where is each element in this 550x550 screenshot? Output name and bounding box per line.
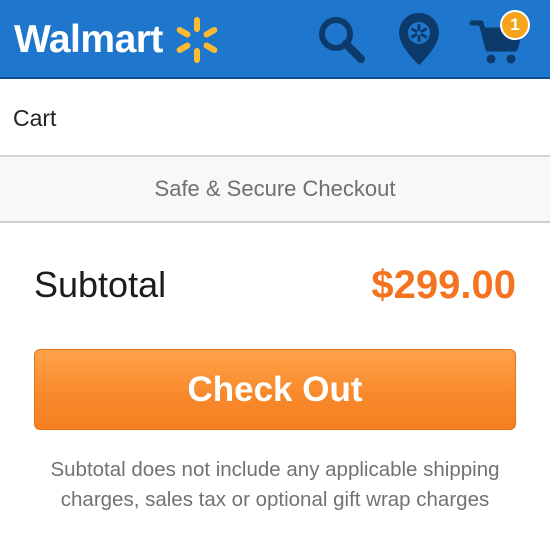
secure-checkout-bar: Safe & Secure Checkout (0, 157, 550, 223)
page-title-row: Cart (0, 79, 550, 157)
cart-button[interactable]: 1 (466, 10, 536, 68)
subtotal-value: $299.00 (371, 263, 516, 307)
secure-checkout-text: Safe & Secure Checkout (154, 176, 396, 201)
walmart-logo[interactable]: Walmart (14, 12, 223, 68)
logo-text: Walmart (14, 18, 163, 61)
search-button[interactable] (312, 10, 370, 68)
walmart-spark-icon (176, 17, 218, 63)
store-locator-icon (399, 13, 439, 65)
page-title: Cart (13, 105, 57, 131)
subtotal-disclaimer: Subtotal does not include any applicable… (50, 458, 500, 511)
subtotal-label: Subtotal (34, 264, 167, 305)
cart-count-badge: 1 (500, 10, 530, 40)
cart-page: Walmart 1 Cart Safe & Secure Checkout Su… (0, 0, 550, 550)
check-out-button[interactable]: Check Out (34, 349, 516, 430)
search-icon (319, 17, 365, 63)
check-out-label: Check Out (187, 369, 363, 409)
store-locator-button[interactable] (390, 10, 448, 68)
app-header: Walmart 1 (0, 0, 550, 79)
